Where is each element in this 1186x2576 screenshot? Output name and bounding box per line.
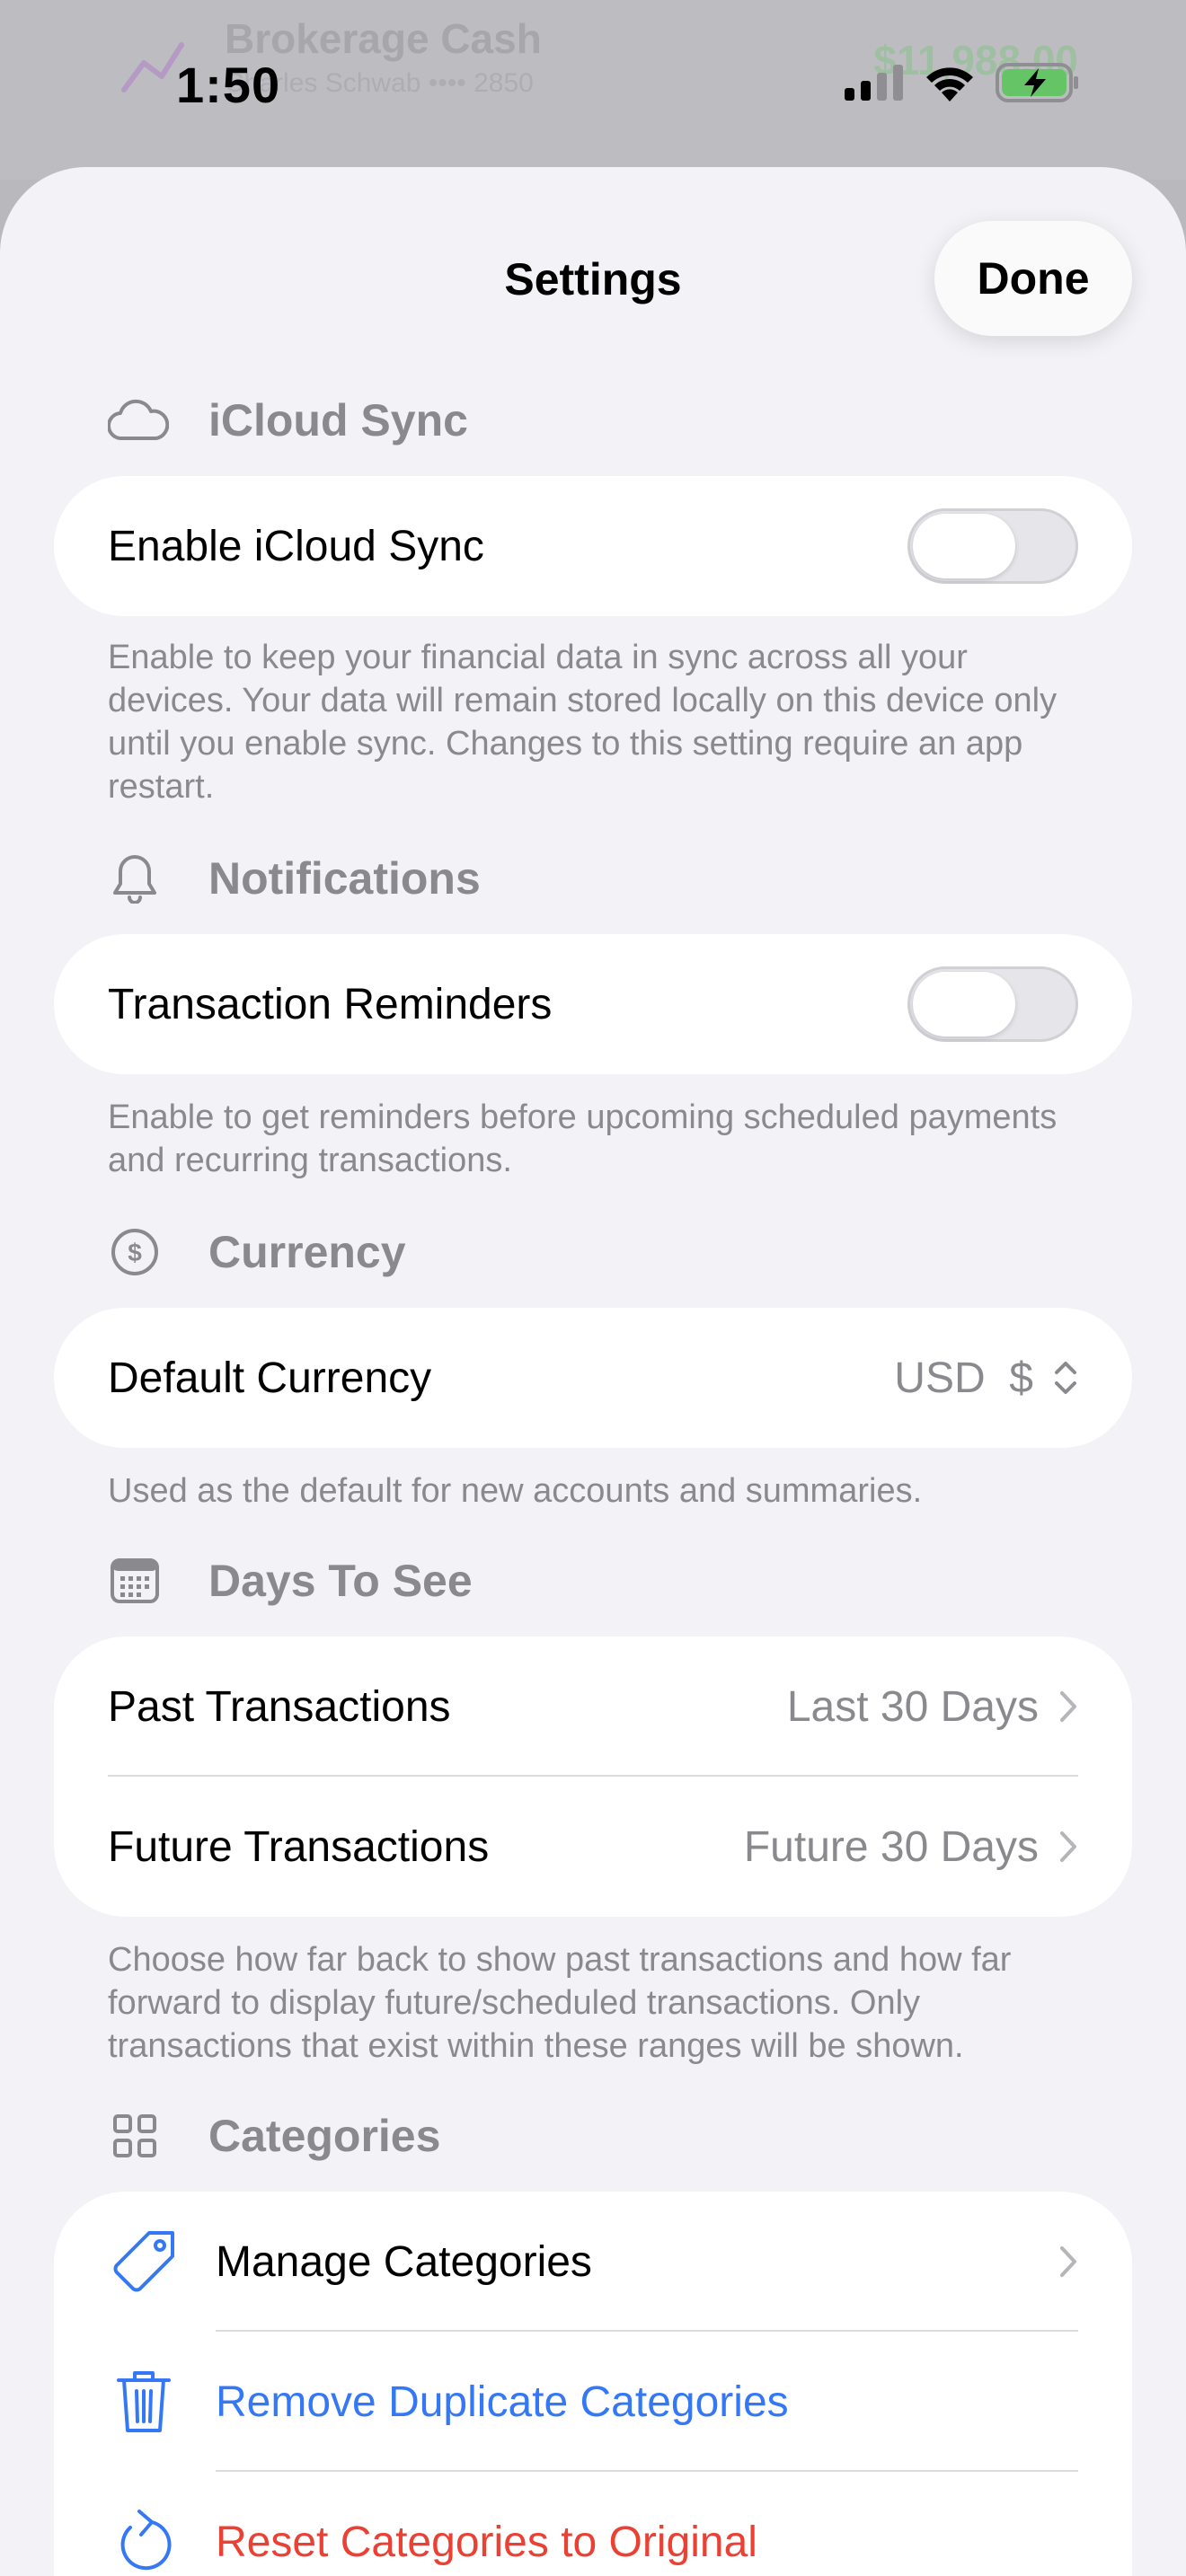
- icloud-sync-label: Enable iCloud Sync: [108, 522, 484, 570]
- status-icons: [845, 63, 1080, 102]
- chevron-right-icon: [1060, 1831, 1076, 1862]
- default-currency-picker[interactable]: USD $: [894, 1354, 1078, 1403]
- manage-categories-row[interactable]: Manage Categories: [54, 2192, 1132, 2332]
- chevron-up-down-icon: [1055, 1362, 1076, 1394]
- section-header-currency: $ Currency: [108, 1225, 406, 1279]
- done-button[interactable]: Done: [934, 221, 1132, 336]
- past-transactions-value: Last 30 Days: [786, 1682, 1039, 1731]
- days-footer: Choose how far back to show past transac…: [108, 1941, 1012, 2065]
- notifications-card: Transaction Reminders: [54, 934, 1132, 1074]
- section-title-days: Days To See: [208, 1556, 473, 1606]
- status-bar: 1:50: [0, 0, 1186, 171]
- dollar-circle-icon: $: [108, 1225, 162, 1279]
- grid-icon: [108, 2109, 162, 2163]
- remove-duplicate-categories-row[interactable]: Remove Duplicate Categories: [54, 2332, 1132, 2472]
- icloud-footer: Enable to keep your financial data in sy…: [108, 639, 1058, 806]
- transaction-reminders-row: Transaction Reminders: [54, 934, 1132, 1074]
- battery-charging-icon: [996, 63, 1078, 102]
- remove-duplicate-categories-label: Remove Duplicate Categories: [216, 2378, 789, 2426]
- icloud-sync-row: Enable iCloud Sync: [54, 476, 1132, 616]
- section-title-notifications: Notifications: [208, 853, 481, 904]
- past-transactions-row[interactable]: Past Transactions Last 30 Days: [54, 1636, 1132, 1777]
- past-transactions-label: Past Transactions: [108, 1682, 451, 1731]
- calendar-icon: [108, 1554, 162, 1608]
- chevron-right-icon: [1060, 2246, 1076, 2277]
- categories-card: Manage Categories Remove Duplicate Categ…: [54, 2192, 1132, 2576]
- future-transactions-row[interactable]: Future Transactions Future 30 Days: [54, 1777, 1132, 1917]
- section-header-icloud: iCloud Sync: [108, 393, 468, 447]
- section-title-categories: Categories: [208, 2111, 441, 2161]
- future-transactions-value: Future 30 Days: [743, 1822, 1039, 1871]
- section-header-days: Days To See: [108, 1554, 473, 1608]
- cellular-signal-icon: [845, 65, 903, 101]
- currency-footer: Used as the default for new accounts and…: [108, 1472, 923, 1510]
- status-time: 1:50: [176, 57, 281, 113]
- days-card: Past Transactions Last 30 Days Future Tr…: [54, 1636, 1132, 1917]
- settings-sheet: Settings Done iCloud Sync Enable iCloud …: [0, 167, 1186, 2576]
- default-currency-value: USD $: [894, 1354, 1033, 1402]
- reset-categories-label: Reset Categories to Original: [216, 2518, 757, 2566]
- future-transactions-label: Future Transactions: [108, 1822, 490, 1871]
- icloud-card: Enable iCloud Sync: [54, 476, 1132, 616]
- section-title-icloud: iCloud Sync: [208, 395, 468, 446]
- default-currency-label: Default Currency: [108, 1354, 432, 1402]
- toggle-knob: [913, 514, 1015, 578]
- section-header-categories: Categories: [108, 2109, 440, 2163]
- icloud-sync-toggle[interactable]: [907, 508, 1078, 584]
- bell-icon: [108, 851, 162, 905]
- transaction-reminders-label: Transaction Reminders: [108, 980, 553, 1028]
- section-title-currency: Currency: [208, 1227, 406, 1277]
- section-header-notifications: Notifications: [108, 851, 481, 905]
- transaction-reminders-toggle[interactable]: [907, 966, 1078, 1042]
- currency-card: Default Currency USD $: [54, 1308, 1132, 1448]
- default-currency-row[interactable]: Default Currency USD $: [54, 1308, 1132, 1448]
- trash-icon: [108, 2366, 180, 2438]
- tag-icon: [108, 2226, 180, 2298]
- notifications-footer: Enable to get reminders before upcoming …: [108, 1098, 1058, 1179]
- reset-categories-row[interactable]: Reset Categories to Original: [54, 2472, 1132, 2576]
- svg-text:$: $: [128, 1239, 142, 1266]
- cloud-icon: [108, 393, 169, 447]
- toggle-knob: [913, 972, 1015, 1037]
- chevron-right-icon: [1060, 1691, 1076, 1722]
- manage-categories-label: Manage Categories: [216, 2237, 592, 2286]
- reset-icon: [108, 2506, 180, 2576]
- wifi-icon: [926, 67, 973, 101]
